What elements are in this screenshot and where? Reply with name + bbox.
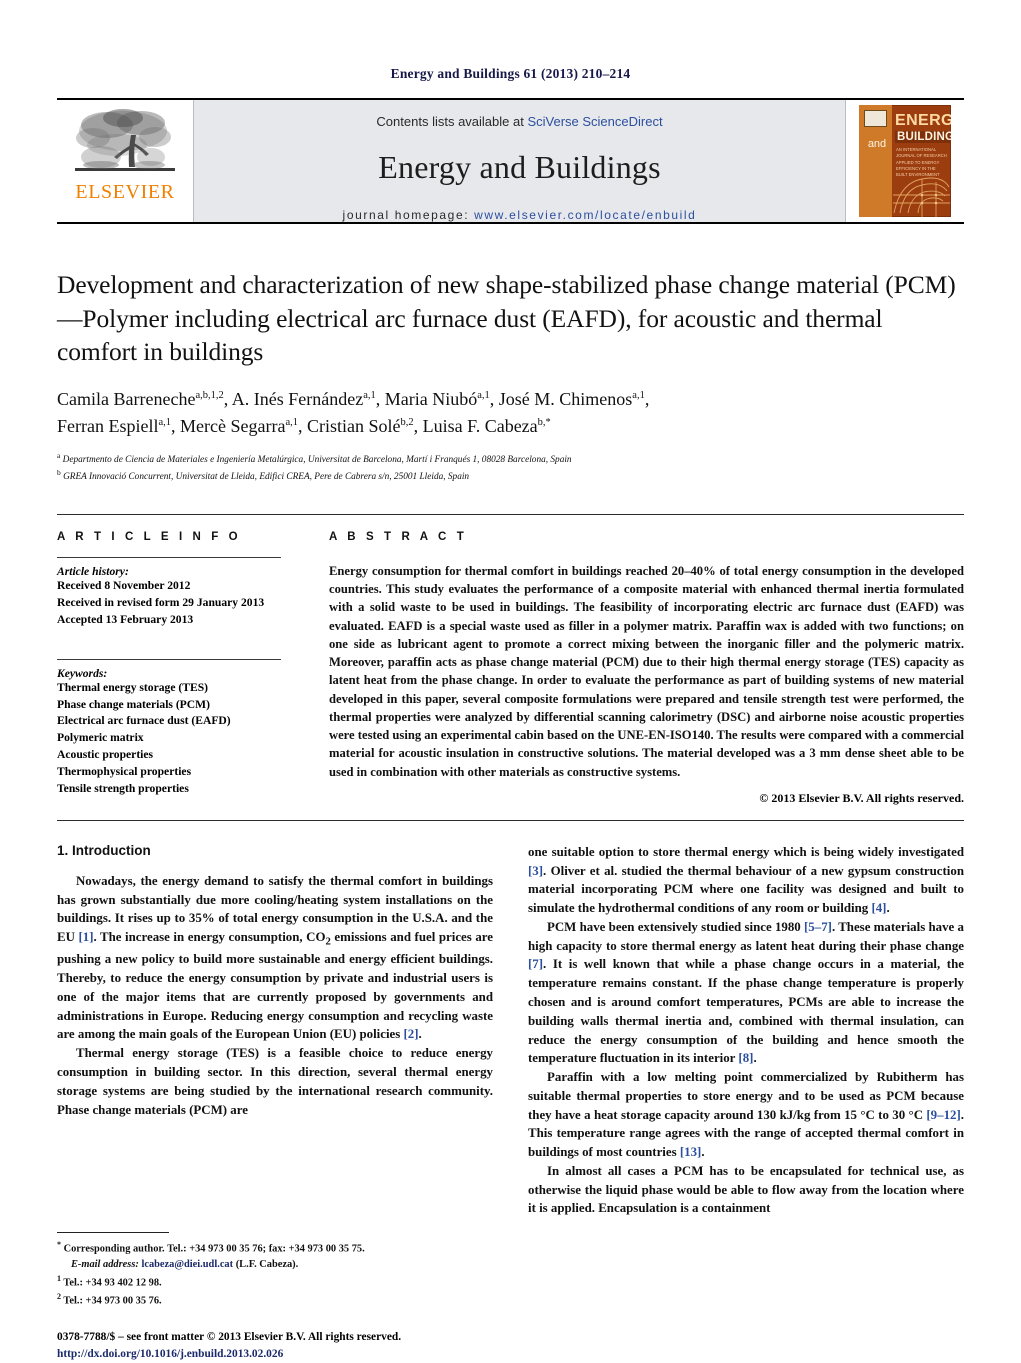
- article-first-page: Energy and Buildings 61 (2013) 210–214 E…: [0, 0, 1021, 1360]
- introduction-left-text: Nowadays, the energy demand to satisfy t…: [57, 872, 493, 1119]
- author-name: José M. Chimenos: [498, 388, 633, 409]
- author-name: Cristian Solé: [307, 416, 401, 437]
- contents-prefix: Contents lists available at: [376, 114, 528, 129]
- cover-energy-text: ENERGY: [895, 112, 951, 129]
- keywords-label: Keywords:: [57, 666, 108, 680]
- author-affil-marker: a,1: [285, 417, 299, 429]
- elsevier-tree-icon: [75, 109, 175, 171]
- body-columns: 1. Introduction Nowadays, the energy dem…: [57, 843, 964, 1363]
- abstract-text: Energy consumption for thermal comfort i…: [329, 563, 964, 779]
- cover-image: and ENERGY BUILDINGS AN INTERNATIONAL JO…: [859, 105, 951, 217]
- abstract-heading: A B S T R A C T: [329, 530, 468, 543]
- article-info-column: A R T I C L E I N F O Article history: R…: [57, 531, 329, 806]
- asterisk-icon: *: [57, 1240, 61, 1249]
- paragraph: Thermal energy storage (TES) is a feasib…: [57, 1046, 493, 1117]
- author-affil-marker: a,1: [477, 389, 490, 401]
- paragraph: PCM have been extensively studied since …: [528, 919, 964, 1066]
- author-name: Camila Barreneche: [57, 388, 196, 409]
- author-affil-marker: b,*: [537, 417, 551, 429]
- keyword-item: Thermal energy storage (TES): [57, 680, 209, 694]
- journal-cover-thumbnail: and ENERGY BUILDINGS AN INTERNATIONAL JO…: [846, 100, 964, 222]
- elsevier-wordmark: ELSEVIER: [75, 181, 175, 203]
- author-affil-marker: a,b,1,2: [195, 389, 224, 401]
- journal-masthead: ELSEVIER Contents lists available at Sci…: [57, 98, 964, 224]
- author-name: A. Inés Fernández: [231, 388, 364, 409]
- footnote-tel-2-text: Tel.: +34 973 00 35 76.: [63, 1295, 162, 1307]
- divider: [57, 658, 281, 660]
- paragraph: Paraffin with a low melting point commer…: [528, 1070, 964, 1160]
- doi-link[interactable]: http://dx.doi.org/10.1016/j.enbuild.2013…: [57, 1346, 493, 1363]
- contents-available-line: Contents lists available at SciVerse Sci…: [376, 114, 662, 129]
- author-affil-marker: a,1: [632, 389, 645, 401]
- author-name: Maria Niubó: [384, 388, 478, 409]
- elsevier-logo: ELSEVIER: [57, 100, 193, 222]
- email-owner: (L.F. Cabeza).: [235, 1259, 299, 1271]
- journal-band: Contents lists available at SciVerse Sci…: [193, 100, 846, 222]
- running-head: Energy and Buildings 61 (2013) 210–214: [390, 66, 631, 81]
- paragraph: In almost all cases a PCM has to be enca…: [528, 1163, 964, 1216]
- body-column-right: one suitable option to store thermal ene…: [528, 843, 964, 1363]
- article-history-label: Article history:: [57, 564, 129, 578]
- homepage-url[interactable]: www.elsevier.com/locate/enbuild: [474, 208, 696, 222]
- journal-homepage-line: journal homepage: www.elsevier.com/locat…: [343, 208, 697, 222]
- issn-line: 0378-7788/$ – see front matter © 2013 El…: [57, 1330, 402, 1343]
- copyright-line: © 2013 Elsevier B.V. All rights reserved…: [759, 790, 964, 805]
- sciencedirect-link[interactable]: SciVerse ScienceDirect: [527, 114, 662, 129]
- corresponding-author-text: Corresponding author. Tel.: +34 973 00 3…: [63, 1243, 365, 1255]
- divider: [57, 556, 281, 558]
- author-name: Mercè Segarra: [180, 416, 286, 437]
- affiliation-item: b GREA Innovació Concurrent, Universitat…: [57, 467, 964, 485]
- keyword-item: Thermophysical properties: [57, 765, 192, 779]
- abstract-column: A B S T R A C T Energy consumption for t…: [329, 531, 964, 806]
- footnote-tel-2: 2 Tel.: +34 973 00 35 76.: [57, 1291, 493, 1309]
- author-name: Ferran Espiell: [57, 416, 159, 437]
- cover-buildings-text: BUILDINGS: [895, 131, 951, 143]
- affiliation-text: GREA Innovació Concurrent, Universitat d…: [63, 472, 470, 483]
- footnote-email: E-mail address: lcabeza@diei.udl.cat (L.…: [57, 1257, 493, 1273]
- article-history-item: Accepted 13 February 2013: [57, 612, 194, 626]
- body-column-left: 1. Introduction Nowadays, the energy dem…: [57, 843, 493, 1363]
- footnote-corresponding-author: * Corresponding author. Tel.: +34 973 00…: [57, 1239, 493, 1257]
- title-block: Development and characterization of new …: [57, 268, 964, 485]
- email-label: E-mail address:: [71, 1259, 139, 1271]
- author-affil-marker: b,2: [400, 417, 414, 429]
- paragraph: one suitable option to store thermal ene…: [528, 844, 964, 916]
- affiliation-list: a Departmento de Ciencia de Materiales e…: [57, 450, 964, 485]
- article-history-item: Received 8 November 2012: [57, 578, 191, 592]
- author-affil-marker: a,1: [158, 417, 172, 429]
- page-title: Development and characterization of new …: [57, 270, 956, 367]
- info-abstract-block: A R T I C L E I N F O Article history: R…: [57, 513, 964, 821]
- affiliation-item: a Departmento de Ciencia de Materiales e…: [57, 450, 964, 468]
- footnote-tel-1: 1 Tel.: +34 93 402 12 98.: [57, 1273, 493, 1291]
- journal-title: Energy and Buildings: [378, 149, 661, 185]
- affiliation-marker: a: [57, 450, 61, 460]
- article-info-heading: A R T I C L E I N F O: [57, 530, 242, 543]
- email-link[interactable]: lcabeza@diei.udl.cat: [141, 1259, 233, 1270]
- footnotes-block: * Corresponding author. Tel.: +34 973 00…: [57, 1232, 493, 1363]
- introduction-right-text: one suitable option to store thermal ene…: [528, 843, 964, 1218]
- affiliation-text: Departmento de Ciencia de Materiales e I…: [62, 454, 572, 465]
- affiliation-marker: b: [57, 468, 61, 478]
- cover-and-text: and: [867, 138, 887, 150]
- author-list: Camila Barrenechea,b,1,2, A. Inés Fernán…: [57, 388, 650, 437]
- footnote-divider: [57, 1232, 169, 1233]
- cover-badge-icon: [864, 110, 887, 127]
- issn-block: 0378-7788/$ – see front matter © 2013 El…: [57, 1329, 493, 1363]
- keyword-item: Acoustic properties: [57, 748, 154, 762]
- keyword-item: Polymeric matrix: [57, 731, 144, 745]
- footnote-marker: 1: [57, 1274, 61, 1284]
- section-heading-introduction: 1. Introduction: [57, 842, 151, 858]
- author-name: Luisa F. Cabeza: [422, 416, 538, 437]
- keyword-item: Tensile strength properties: [57, 782, 189, 796]
- footnote-marker: 2: [57, 1292, 61, 1302]
- paragraph: Nowadays, the energy demand to satisfy t…: [57, 873, 493, 1042]
- homepage-label: journal homepage:: [342, 208, 470, 222]
- keyword-item: Phase change materials (PCM): [57, 697, 210, 711]
- author-affil-marker: a,1: [363, 389, 376, 401]
- keyword-item: Electrical arc furnace dust (EAFD): [57, 714, 231, 728]
- footnote-tel-1-text: Tel.: +34 93 402 12 98.: [63, 1277, 162, 1289]
- article-history-item: Received in revised form 29 January 2013: [57, 595, 265, 609]
- cover-artwork-icon: [893, 177, 950, 217]
